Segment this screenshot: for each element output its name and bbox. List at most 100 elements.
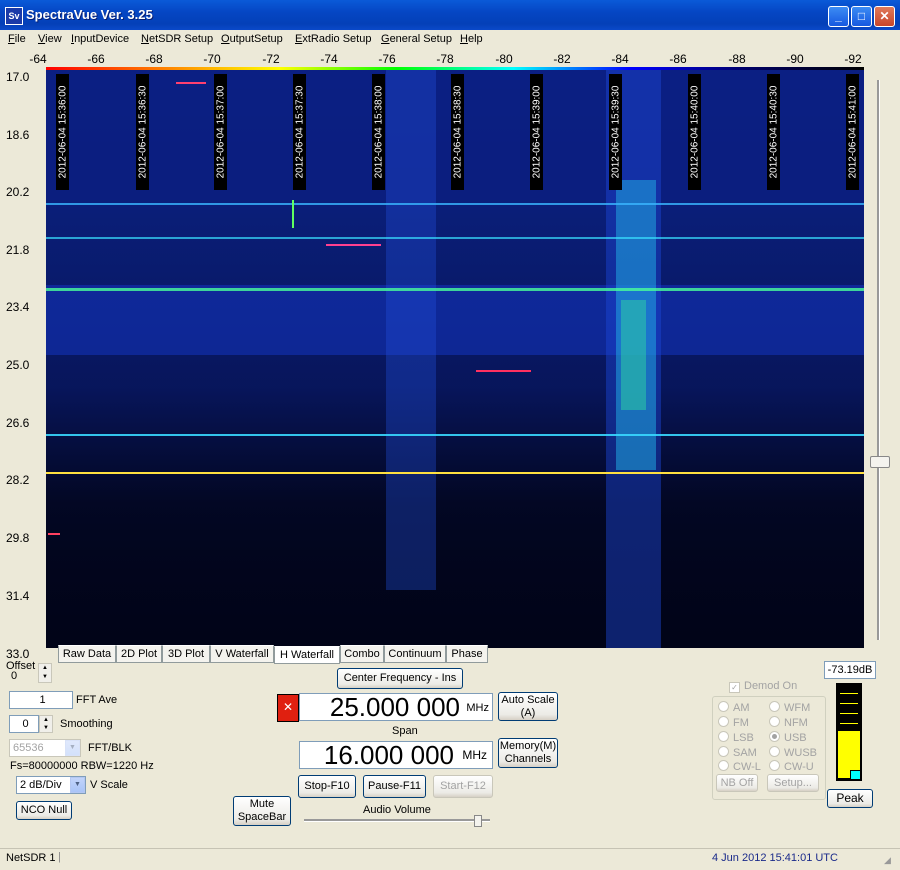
fft-ave-input[interactable]: 1 — [9, 691, 73, 709]
mute-button[interactable]: Mute SpaceBar — [233, 796, 291, 826]
tab-combo[interactable]: Combo — [340, 645, 384, 663]
radio-sam[interactable]: SAM — [718, 746, 757, 759]
freq-tick: 26.6 — [6, 416, 30, 430]
menu-inputdevice[interactable]: InputDevice — [71, 33, 129, 45]
menu-help[interactable]: Help — [460, 33, 483, 45]
radio-usb[interactable]: USB — [769, 731, 807, 744]
db-tick: -90 — [786, 52, 804, 66]
smoothing-input[interactable]: 0 — [9, 715, 39, 733]
auto-scale-button[interactable]: Auto Scale (A) — [498, 692, 558, 721]
app-icon[interactable]: Sv — [5, 7, 23, 25]
status-datetime: 4 Jun 2012 15:41:01 UTC — [712, 852, 838, 864]
window-title: SpectraVue Ver. 3.25 — [26, 7, 153, 22]
maximize-button[interactable]: □ — [851, 6, 872, 27]
radio-wusb[interactable]: WUSB — [769, 746, 817, 759]
radio-cw-u[interactable]: CW-U — [769, 760, 814, 773]
freq-tick: 28.2 — [6, 473, 30, 487]
chevron-down-icon[interactable]: ▼ — [70, 777, 85, 793]
center-frequency-value: 25.000 000 — [329, 692, 460, 722]
timestamp-label: 2012-06-04 15:39:30 — [609, 74, 622, 190]
tab-phase[interactable]: Phase — [446, 645, 488, 663]
resize-grip-icon[interactable]: ◢ — [884, 855, 891, 866]
radio-fm[interactable]: FM — [718, 716, 749, 729]
radio-wfm[interactable]: WFM — [769, 701, 810, 714]
fft-ave-label: FFT Ave — [76, 694, 118, 706]
span-value: 16.000 000 — [323, 740, 454, 770]
freq-tick: 21.8 — [6, 243, 30, 257]
close-button[interactable]: ✕ — [874, 6, 895, 27]
audio-volume-track[interactable] — [304, 819, 490, 822]
memory-channels-button[interactable]: Memory(M) Channels — [498, 738, 558, 768]
fs-rbw-info: Fs=80000000 RBW=1220 Hz — [10, 760, 154, 772]
level-readout: -73.19dB — [824, 661, 876, 679]
freq-tick: 23.4 — [6, 300, 30, 314]
tab-3d-plot[interactable]: 3D Plot — [162, 645, 210, 663]
nco-null-button[interactable]: NCO Null — [16, 801, 72, 820]
pause-button[interactable]: Pause-F11 — [363, 775, 426, 798]
db-tick: -76 — [378, 52, 396, 66]
slider-thumb[interactable] — [870, 456, 890, 468]
smoothing-spinner[interactable]: ▲ ▼ — [39, 715, 53, 733]
radio-lsb[interactable]: LSB — [718, 731, 754, 744]
menu-netsdr-setup[interactable]: NetSDR Setup — [141, 33, 213, 45]
tab-continuum[interactable]: Continuum — [384, 645, 446, 663]
nb-off-button[interactable]: NB Off — [716, 774, 758, 792]
timestamp-label: 2012-06-04 15:41:00 — [846, 74, 859, 190]
tab-raw-data[interactable]: Raw Data — [58, 645, 116, 663]
menu-view[interactable]: View — [38, 33, 62, 45]
radio-cw-l[interactable]: CW-L — [718, 760, 761, 773]
db-tick: -84 — [611, 52, 629, 66]
freq-tick: 20.2 — [6, 185, 30, 199]
status-device: NetSDR 1 — [6, 852, 56, 864]
chevron-up-icon[interactable]: ▲ — [40, 716, 52, 724]
stop-button[interactable]: Stop-F10 — [298, 775, 356, 798]
chevron-down-icon[interactable]: ▼ — [65, 740, 80, 756]
db-tick: -92 — [844, 52, 862, 66]
timestamp-label: 2012-06-04 15:40:30 — [767, 74, 780, 190]
db-tick: -70 — [203, 52, 221, 66]
status-bar: NetSDR 1 | 4 Jun 2012 15:41:01 UTC ◢ — [0, 848, 900, 870]
db-tick: -82 — [553, 52, 571, 66]
timestamp-label: 2012-06-04 15:37:30 — [293, 74, 306, 190]
span-input[interactable]: 16.000 000 MHz — [299, 740, 493, 770]
db-axis: -64 -66 -68 -70 -72 -74 -76 -78 -80 -82 … — [0, 49, 880, 67]
audio-volume-label: Audio Volume — [363, 804, 431, 816]
db-tick: -72 — [262, 52, 280, 66]
title-bar: Sv SpectraVue Ver. 3.25 _ □ ✕ — [0, 0, 900, 30]
chevron-up-icon[interactable]: ▲ — [39, 664, 51, 673]
menu-file[interactable]: File — [8, 33, 26, 45]
offset-value[interactable]: 0 — [8, 670, 38, 685]
db-tick: -74 — [320, 52, 338, 66]
tab-v-waterfall[interactable]: V Waterfall — [210, 645, 274, 663]
peak-button[interactable]: Peak — [827, 789, 873, 808]
menu-outputsetup[interactable]: OutputSetup — [221, 33, 283, 45]
center-frequency-button[interactable]: Center Frequency - Ins — [337, 668, 463, 689]
tab-h-waterfall[interactable]: H Waterfall — [274, 646, 340, 664]
chevron-down-icon[interactable]: ▼ — [39, 673, 51, 682]
chevron-down-icon[interactable]: ▼ — [40, 724, 52, 732]
meter-peak-marker — [850, 770, 861, 780]
start-button[interactable]: Start-F12 — [433, 775, 493, 798]
menu-bar: File View InputDevice NetSDR Setup Outpu… — [0, 30, 900, 49]
close-icon[interactable]: ✕ — [277, 694, 299, 722]
tab-2d-plot[interactable]: 2D Plot — [116, 645, 162, 663]
demod-setup-button[interactable]: Setup... — [767, 774, 819, 792]
timestamp-label: 2012-06-04 15:36:30 — [136, 74, 149, 190]
timestamp-label: 2012-06-04 15:39:00 — [530, 74, 543, 190]
offset-spinner[interactable]: ▲ ▼ — [38, 663, 52, 683]
smoothing-label: Smoothing — [60, 718, 113, 730]
audio-volume-thumb[interactable] — [474, 815, 482, 827]
radio-am[interactable]: AM — [718, 701, 750, 714]
menu-extradio-setup[interactable]: ExtRadio Setup — [295, 33, 371, 45]
db-tick: -68 — [145, 52, 163, 66]
demod-on-checkbox[interactable]: ✓ Demod On — [729, 680, 797, 693]
minimize-button[interactable]: _ — [828, 6, 849, 27]
timestamp-label: 2012-06-04 15:37:00 — [214, 74, 227, 190]
center-frequency-input[interactable]: 25.000 000 MHz — [299, 692, 493, 722]
radio-nfm[interactable]: NFM — [769, 716, 808, 729]
level-slider[interactable] — [866, 70, 890, 648]
timestamp-label: 2012-06-04 15:38:00 — [372, 74, 385, 190]
menu-general-setup[interactable]: General Setup — [381, 33, 452, 45]
db-tick: -86 — [669, 52, 687, 66]
freq-tick: 17.0 — [6, 70, 30, 84]
